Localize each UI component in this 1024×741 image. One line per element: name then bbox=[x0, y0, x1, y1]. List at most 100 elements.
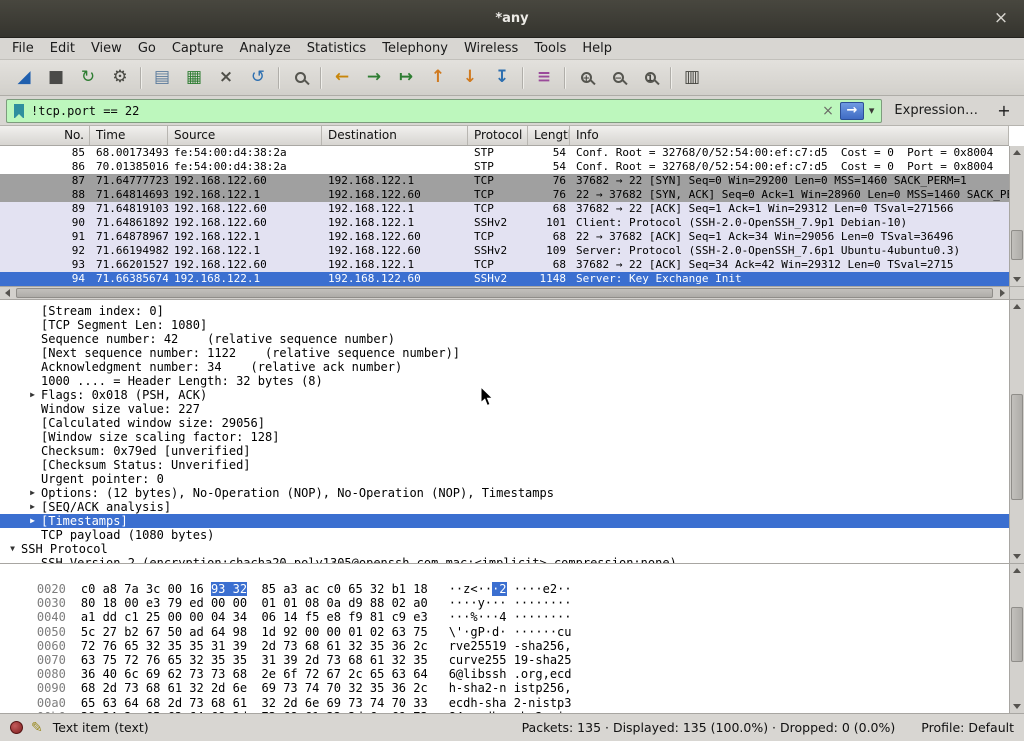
menu-statistics[interactable]: Statistics bbox=[299, 38, 374, 59]
menu-tools[interactable]: Tools bbox=[526, 38, 574, 59]
table-row[interactable]: 94 71.663856741 192.168.122.1 192.168.12… bbox=[0, 272, 1009, 286]
expander-icon[interactable] bbox=[24, 360, 41, 374]
menu-help[interactable]: Help bbox=[574, 38, 620, 59]
scroll-right-button[interactable] bbox=[995, 287, 1009, 299]
detail-line[interactable]: [TCP Segment Len: 1080] bbox=[0, 318, 1009, 332]
scroll-left-button[interactable] bbox=[0, 287, 14, 299]
menu-telephony[interactable]: Telephony bbox=[374, 38, 456, 59]
bookmark-icon[interactable] bbox=[14, 104, 24, 118]
scrollbar-thumb[interactable] bbox=[1011, 607, 1023, 662]
find-packet-icon[interactable] bbox=[285, 64, 315, 92]
stop-capture-icon[interactable]: ■ bbox=[41, 64, 71, 92]
zoom-100-icon[interactable]: 1 bbox=[635, 64, 665, 92]
packet-list-hscrollbar[interactable] bbox=[0, 286, 1009, 299]
detail-line[interactable]: [Calculated window size: 29056] bbox=[0, 416, 1009, 430]
expert-info-icon[interactable] bbox=[10, 721, 23, 734]
detail-line[interactable]: ▶ [Timestamps] bbox=[0, 514, 1009, 528]
display-filter-input[interactable] bbox=[31, 104, 816, 118]
expander-icon[interactable]: ▶ bbox=[24, 388, 41, 402]
menu-wireless[interactable]: Wireless bbox=[456, 38, 526, 59]
expander-icon[interactable] bbox=[24, 374, 41, 388]
table-row[interactable]: 86 70.013850163 fe:54:00:d4:38:2a STP 54… bbox=[0, 160, 1009, 174]
add-filter-button[interactable]: + bbox=[992, 100, 1016, 122]
expander-icon[interactable] bbox=[24, 528, 41, 542]
go-back-icon[interactable]: ← bbox=[327, 64, 357, 92]
capture-options-gear-icon[interactable]: ⚙ bbox=[105, 64, 135, 92]
detail-line[interactable]: SSH Version 2 (encryption:chacha20-poly1… bbox=[0, 556, 1009, 563]
go-forward-icon[interactable]: → bbox=[359, 64, 389, 92]
col-header-source[interactable]: Source bbox=[168, 126, 322, 145]
bytes-vscrollbar[interactable] bbox=[1009, 564, 1024, 713]
expander-icon[interactable] bbox=[24, 402, 41, 416]
scroll-up-button[interactable] bbox=[1010, 300, 1024, 313]
detail-line[interactable]: ▶ [SEQ/ACK analysis] bbox=[0, 500, 1009, 514]
zoom-out-icon[interactable]: − bbox=[603, 64, 633, 92]
expander-icon[interactable] bbox=[24, 430, 41, 444]
detail-line[interactable]: ▶ Flags: 0x018 (PSH, ACK) bbox=[0, 388, 1009, 402]
detail-line[interactable]: Checksum: 0x79ed [unverified] bbox=[0, 444, 1009, 458]
menu-file[interactable]: File bbox=[4, 38, 42, 59]
expander-icon[interactable] bbox=[24, 458, 41, 472]
reload-icon[interactable]: ↺ bbox=[243, 64, 273, 92]
expander-icon[interactable] bbox=[24, 416, 41, 430]
scroll-down-button[interactable] bbox=[1010, 550, 1024, 563]
status-profile[interactable]: Profile: Default bbox=[921, 720, 1014, 735]
scrollbar-thumb[interactable] bbox=[1011, 230, 1023, 260]
table-row[interactable]: 87 71.647777234 192.168.122.60 192.168.1… bbox=[0, 174, 1009, 188]
detail-line[interactable]: [Next sequence number: 1122 (relative se… bbox=[0, 346, 1009, 360]
table-row[interactable]: 91 71.648789678 192.168.122.1 192.168.12… bbox=[0, 230, 1009, 244]
scrollbar-thumb[interactable] bbox=[16, 288, 993, 298]
details-vscrollbar[interactable] bbox=[1009, 300, 1024, 563]
col-header-time[interactable]: Time bbox=[90, 126, 168, 145]
packet-list-vscrollbar[interactable] bbox=[1009, 146, 1024, 286]
table-row[interactable]: 89 71.648191037 192.168.122.60 192.168.1… bbox=[0, 202, 1009, 216]
go-to-packet-icon[interactable]: ↦ bbox=[391, 64, 421, 92]
display-filter-field[interactable]: × → ▾ bbox=[6, 99, 882, 123]
detail-line[interactable]: 1000 .... = Header Length: 32 bytes (8) bbox=[0, 374, 1009, 388]
detail-line[interactable]: [Window size scaling factor: 128] bbox=[0, 430, 1009, 444]
window-close-icon[interactable]: × bbox=[990, 8, 1012, 30]
detail-line[interactable]: Urgent pointer: 0 bbox=[0, 472, 1009, 486]
expression-button[interactable]: Expression… bbox=[894, 103, 978, 118]
scroll-up-button[interactable] bbox=[1010, 146, 1024, 159]
scrollbar-track[interactable] bbox=[14, 287, 995, 299]
table-row[interactable]: 93 71.662015274 192.168.122.60 192.168.1… bbox=[0, 258, 1009, 272]
col-header-destination[interactable]: Destination bbox=[322, 126, 468, 145]
menu-capture[interactable]: Capture bbox=[164, 38, 232, 59]
go-last-icon[interactable]: ↓ bbox=[455, 64, 485, 92]
expander-icon[interactable] bbox=[24, 332, 41, 346]
open-file-icon[interactable]: ▤ bbox=[147, 64, 177, 92]
col-header-no[interactable]: No. bbox=[0, 126, 90, 145]
detail-line[interactable]: Window size value: 227 bbox=[0, 402, 1009, 416]
scrollbar-track[interactable] bbox=[1010, 577, 1024, 700]
detail-line[interactable]: Sequence number: 42 (relative sequence n… bbox=[0, 332, 1009, 346]
col-header-protocol[interactable]: Protocol bbox=[468, 126, 528, 145]
scroll-up-button[interactable] bbox=[1010, 564, 1024, 577]
expander-icon[interactable]: ▶ bbox=[24, 514, 41, 528]
table-row[interactable]: 88 71.648146932 192.168.122.1 192.168.12… bbox=[0, 188, 1009, 202]
expander-icon[interactable] bbox=[24, 346, 41, 360]
resize-columns-icon[interactable]: ▥ bbox=[677, 64, 707, 92]
save-file-icon[interactable]: ▦ bbox=[179, 64, 209, 92]
start-capture-icon[interactable]: ◢ bbox=[9, 64, 39, 92]
expander-icon[interactable]: ▶ bbox=[24, 500, 41, 514]
scrollbar-track[interactable] bbox=[1010, 313, 1024, 550]
zoom-in-icon[interactable]: + bbox=[571, 64, 601, 92]
menu-view[interactable]: View bbox=[83, 38, 130, 59]
go-first-icon[interactable]: ↑ bbox=[423, 64, 453, 92]
detail-line[interactable]: [Checksum Status: Unverified] bbox=[0, 458, 1009, 472]
expander-icon[interactable] bbox=[24, 556, 41, 563]
detail-line[interactable]: ▶ Options: (12 bytes), No-Operation (NOP… bbox=[0, 486, 1009, 500]
menu-edit[interactable]: Edit bbox=[42, 38, 83, 59]
expander-icon[interactable]: ▶ bbox=[24, 486, 41, 500]
detail-line[interactable]: TCP payload (1080 bytes) bbox=[0, 528, 1009, 542]
scrollbar-track[interactable] bbox=[1010, 159, 1024, 273]
scroll-down-button[interactable] bbox=[1010, 273, 1024, 286]
auto-scroll-icon[interactable]: ↧ bbox=[487, 64, 517, 92]
clear-filter-icon[interactable]: × bbox=[816, 103, 840, 119]
expander-icon[interactable] bbox=[24, 444, 41, 458]
detail-line[interactable]: Acknowledgment number: 34 (relative ack … bbox=[0, 360, 1009, 374]
capture-comment-pencil-icon[interactable]: ✎ bbox=[31, 720, 43, 736]
colorize-icon[interactable]: ≡ bbox=[529, 64, 559, 92]
close-file-icon[interactable]: × bbox=[211, 64, 241, 92]
